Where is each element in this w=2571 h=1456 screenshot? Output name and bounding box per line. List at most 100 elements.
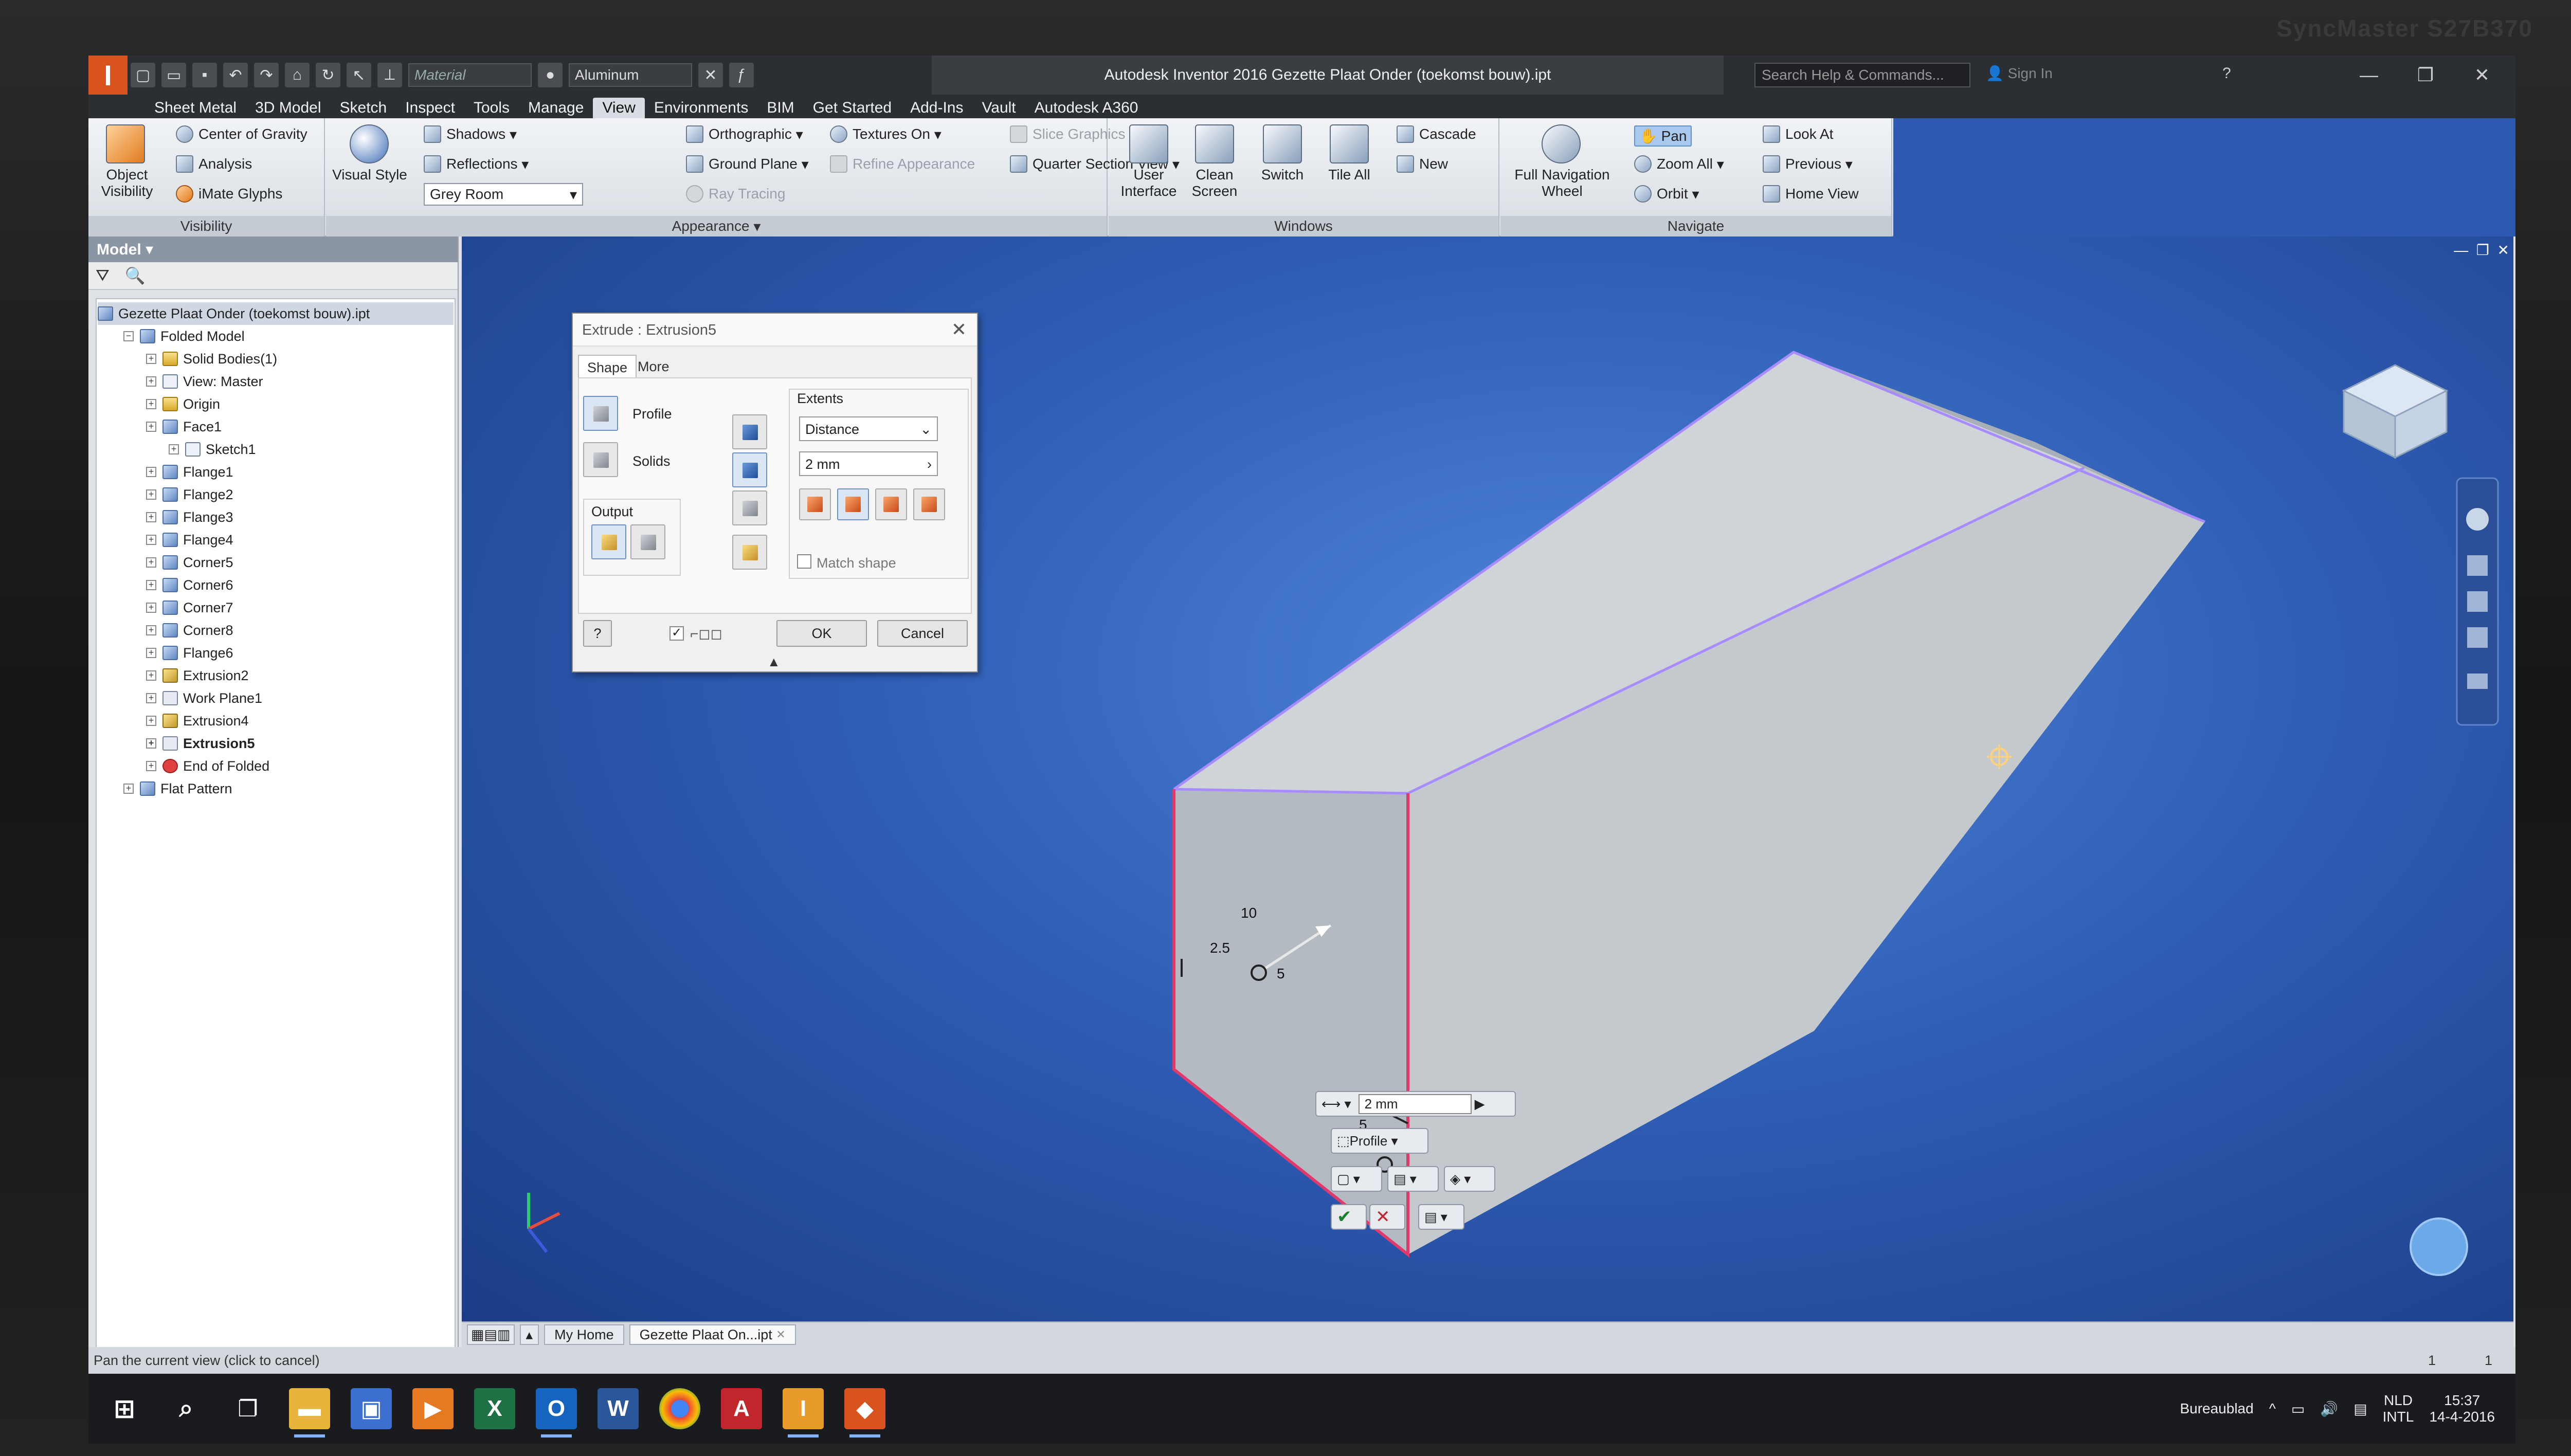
- tree-node[interactable]: + Flange4: [146, 529, 233, 551]
- tree-node[interactable]: Gezette Plaat Onder (toekomst bouw).ipt: [98, 302, 454, 325]
- object-visibility-icon[interactable]: [106, 124, 145, 163]
- intersect-operation-button[interactable]: [732, 490, 767, 525]
- tile-views-icon[interactable]: ▦▤▥: [467, 1324, 515, 1345]
- tree-expander-icon[interactable]: +: [146, 354, 156, 364]
- cascade-button[interactable]: Cascade: [1397, 125, 1476, 143]
- distance-input[interactable]: 2 mm ›: [799, 451, 938, 476]
- tree-node[interactable]: − Folded Model: [123, 325, 245, 348]
- tree-expander-icon[interactable]: −: [123, 331, 134, 341]
- new-window-button[interactable]: New: [1397, 155, 1448, 173]
- tree-node[interactable]: + Extrusion2: [146, 664, 249, 687]
- visual-style-button[interactable]: Visual Style: [331, 167, 408, 183]
- network-icon[interactable]: ▭: [2291, 1400, 2305, 1417]
- tree-node[interactable]: + Corner7: [146, 596, 233, 619]
- tree-expander-icon[interactable]: +: [146, 603, 156, 613]
- orbit-button[interactable]: Orbit ▾: [1634, 185, 1699, 203]
- visual-style-icon[interactable]: [350, 124, 389, 163]
- refine-appearance-button[interactable]: Refine Appearance: [830, 155, 975, 173]
- full-navigation-wheel-icon[interactable]: [1542, 124, 1581, 163]
- tab-close-icon[interactable]: ✕: [776, 1328, 785, 1341]
- tree-node[interactable]: + Flange2: [146, 483, 233, 506]
- help-icon[interactable]: ?: [2222, 65, 2231, 82]
- tab-document[interactable]: Gezette Plaat On...ipt ✕: [629, 1324, 796, 1345]
- tree-node[interactable]: + Flange3: [146, 506, 233, 529]
- orthographic-button[interactable]: Orthographic ▾: [686, 125, 803, 143]
- word-icon[interactable]: W: [598, 1388, 639, 1429]
- tree-expander-icon[interactable]: +: [146, 693, 156, 703]
- home-view-button[interactable]: Home View: [1763, 185, 1859, 203]
- tree-expander-icon[interactable]: +: [146, 761, 156, 771]
- update-icon[interactable]: ↻: [316, 63, 340, 87]
- mini-profile-button[interactable]: ⬚ Profile ▾: [1331, 1128, 1428, 1154]
- ok-button[interactable]: OK: [776, 620, 867, 647]
- profile-select-button[interactable]: [583, 396, 618, 431]
- tree-node[interactable]: + Extrusion4: [146, 709, 249, 732]
- clock[interactable]: 15:37 14-4-2016: [2429, 1392, 2495, 1425]
- tab-sheet-metal[interactable]: Sheet Metal: [145, 98, 246, 118]
- undo-icon[interactable]: ↶: [223, 63, 248, 87]
- measure-icon[interactable]: ⟂: [377, 63, 402, 87]
- tab-more[interactable]: More: [629, 355, 678, 378]
- textures-on-button[interactable]: Textures On ▾: [830, 125, 942, 143]
- tab-view[interactable]: View: [593, 98, 645, 118]
- asymmetric-button[interactable]: [913, 488, 945, 520]
- tree-expander-icon[interactable]: +: [146, 535, 156, 545]
- distance-type-icon[interactable]: ⟷ ▾: [1321, 1096, 1351, 1112]
- mini-distance-arrow-icon[interactable]: ▶: [1475, 1096, 1485, 1112]
- tree-expander-icon[interactable]: +: [123, 784, 134, 794]
- tree-node[interactable]: + Work Plane1: [146, 687, 262, 709]
- tree-node[interactable]: + Flange1: [146, 461, 233, 483]
- tree-expander-icon[interactable]: +: [146, 738, 156, 749]
- outlook-icon[interactable]: O: [536, 1388, 577, 1437]
- language-indicator[interactable]: NLD INTL: [2383, 1392, 2414, 1425]
- redo-icon[interactable]: ↷: [254, 63, 279, 87]
- search-icon[interactable]: ⌕: [166, 1388, 207, 1429]
- tree-expander-icon[interactable]: +: [146, 422, 156, 432]
- appearance-dropdown[interactable]: Aluminum: [569, 63, 692, 87]
- tree-node[interactable]: + Corner6: [146, 574, 233, 596]
- restore-icon[interactable]: ❐: [2397, 56, 2454, 95]
- analysis-button[interactable]: Analysis: [176, 155, 252, 173]
- tab-environments[interactable]: Environments: [645, 98, 757, 118]
- center-of-gravity-button[interactable]: Center of Gravity: [176, 125, 307, 143]
- cut-operation-button[interactable]: [732, 452, 767, 487]
- store-icon[interactable]: ▣: [351, 1388, 392, 1429]
- tree-expander-icon[interactable]: +: [146, 625, 156, 635]
- tree-node[interactable]: + Face1: [146, 415, 222, 438]
- tab-tools[interactable]: Tools: [464, 98, 519, 118]
- tree-node[interactable]: + Sketch1: [169, 438, 256, 461]
- tab-shape[interactable]: Shape: [578, 355, 637, 378]
- tree-node[interactable]: + Origin: [146, 393, 220, 415]
- start-windows-icon[interactable]: ⊞: [104, 1388, 145, 1429]
- clean-screen-button[interactable]: Clean Screen: [1186, 167, 1243, 199]
- join-operation-button[interactable]: [732, 414, 767, 449]
- switch-icon[interactable]: [1263, 124, 1302, 163]
- tray-expand-icon[interactable]: ^: [2269, 1400, 2276, 1417]
- previous-view-button[interactable]: Previous ▾: [1763, 155, 1853, 173]
- tree-expander-icon[interactable]: +: [146, 489, 156, 500]
- switch-button[interactable]: Switch: [1254, 167, 1311, 183]
- nav-zoom-icon[interactable]: [2467, 591, 2488, 612]
- find-icon[interactable]: 🔍: [125, 266, 146, 285]
- tree-expander-icon[interactable]: +: [146, 580, 156, 590]
- direction-1-button[interactable]: [799, 488, 831, 520]
- save-icon[interactable]: ▪: [192, 63, 217, 87]
- tab-add-ins[interactable]: Add-Ins: [901, 98, 972, 118]
- solids-select-button[interactable]: [583, 442, 618, 477]
- share-view-icon[interactable]: [2410, 1217, 2468, 1276]
- tree-node[interactable]: + View: Master: [146, 370, 263, 393]
- cancel-button[interactable]: Cancel: [877, 620, 968, 647]
- tree-node[interactable]: + Corner8: [146, 619, 233, 642]
- tree-expander-icon[interactable]: +: [146, 670, 156, 681]
- tabs-menu-icon[interactable]: ▴: [519, 1324, 539, 1345]
- nav-look-at-icon[interactable]: [2467, 674, 2488, 689]
- tree-expander-icon[interactable]: +: [169, 444, 179, 454]
- open-icon[interactable]: ▭: [161, 63, 186, 87]
- tree-expander-icon[interactable]: +: [146, 716, 156, 726]
- clear-appearance-icon[interactable]: ✕: [698, 63, 723, 87]
- inventor-logo-button[interactable]: I: [88, 56, 128, 95]
- file-explorer-icon[interactable]: ▬: [289, 1388, 330, 1437]
- tree-node[interactable]: + Extrusion5: [146, 732, 255, 755]
- tree-expander-icon[interactable]: +: [146, 376, 156, 387]
- zoom-all-button[interactable]: Zoom All ▾: [1634, 155, 1724, 173]
